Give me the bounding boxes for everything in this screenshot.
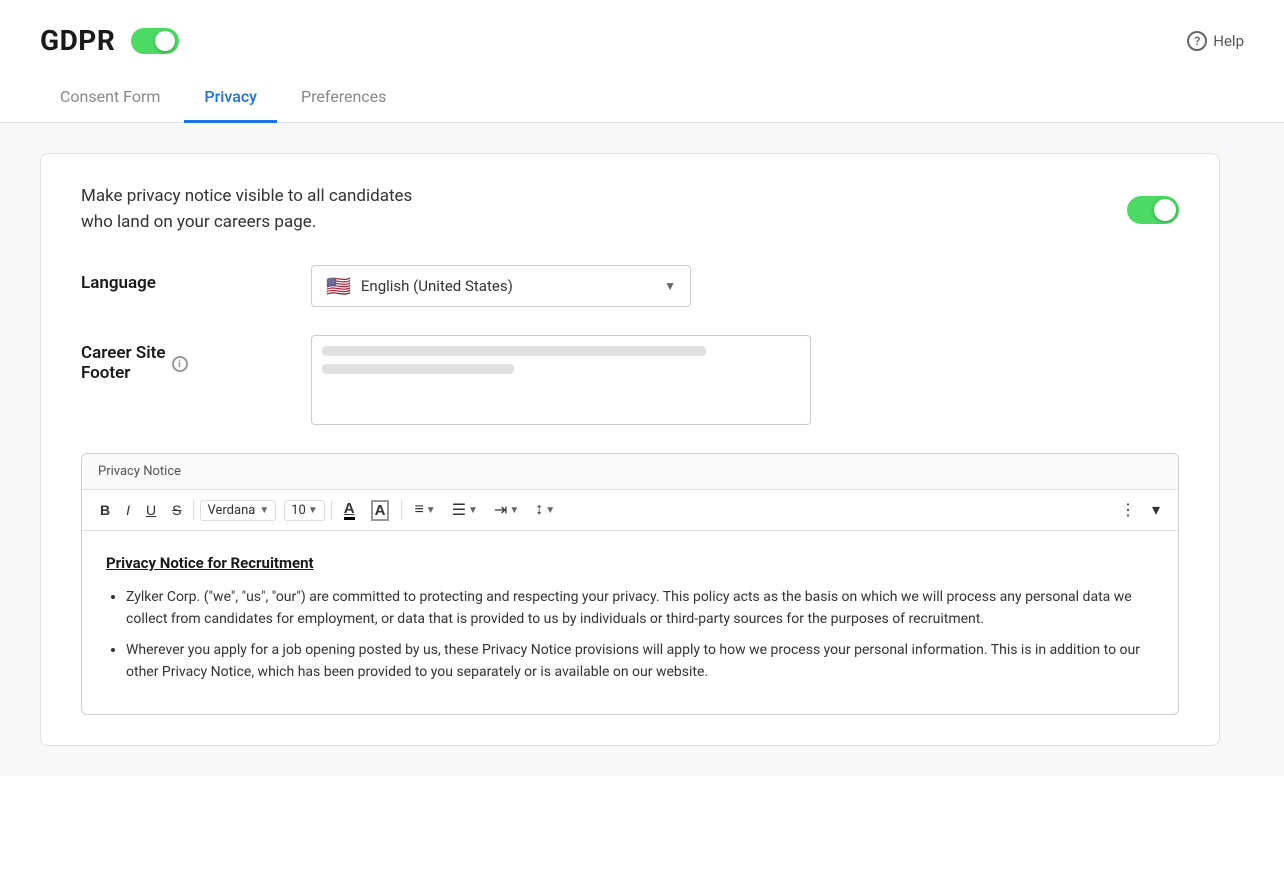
career-site-footer-textarea-wrapper <box>311 335 811 425</box>
tab-privacy[interactable]: Privacy <box>184 73 277 123</box>
more-icon: ⋮ <box>1120 500 1136 520</box>
list-dropdown-icon: ▼ <box>468 505 478 516</box>
font-color-label: A <box>344 500 355 520</box>
career-site-footer-placeholder[interactable] <box>312 336 811 392</box>
toolbar-divider-2 <box>331 500 332 520</box>
us-flag-icon: 🇺🇸 <box>326 274 351 298</box>
privacy-card: Make privacy notice visible to all candi… <box>40 153 1220 746</box>
toolbar-line-height-button[interactable]: ↕ ▼ <box>529 497 561 523</box>
editor-content-area[interactable]: Privacy Notice for Recruitment Zylker Co… <box>82 531 1178 714</box>
career-site-footer-row: Career SiteFooter i <box>81 335 1179 425</box>
line-height-dropdown-icon: ▼ <box>545 505 555 516</box>
main-content: Make privacy notice visible to all candi… <box>0 123 1284 776</box>
language-value: English (United States) <box>361 277 654 295</box>
font-size-value: 10 <box>291 503 306 518</box>
toolbar-list-button[interactable]: ☰ ▼ <box>446 496 484 524</box>
header: GDPR ? Help <box>0 0 1284 73</box>
help-circle-icon: ? <box>1187 31 1207 51</box>
editor-header: Privacy Notice <box>82 454 1178 490</box>
bg-color-label: A <box>371 500 390 521</box>
editor-bullet-list: Zylker Corp. ("we", "us", "our") are com… <box>106 587 1154 684</box>
page-wrapper: GDPR ? Help Consent Form Privacy Prefere… <box>0 0 1284 870</box>
font-family-dropdown-icon: ▼ <box>259 505 269 516</box>
language-label: Language <box>81 265 281 293</box>
tabs-bar: Consent Form Privacy Preferences <box>0 73 1284 123</box>
align-icon: ≡ <box>414 501 423 519</box>
placeholder-line-2 <box>322 364 514 374</box>
toolbar-italic-button[interactable]: I <box>120 498 136 522</box>
career-site-footer-label: Career SiteFooter i <box>81 335 281 383</box>
privacy-visible-toggle[interactable] <box>1127 196 1179 224</box>
toolbar-underline-button[interactable]: U <box>140 498 162 522</box>
toggle-slider <box>131 28 179 54</box>
help-label: Help <box>1213 32 1244 50</box>
language-select[interactable]: 🇺🇸 English (United States) ▼ <box>311 265 691 307</box>
toggle-large-slider <box>1127 196 1179 224</box>
tab-consent-form[interactable]: Consent Form <box>40 73 180 123</box>
tab-preferences[interactable]: Preferences <box>281 73 406 123</box>
collapse-icon: ▾ <box>1152 500 1160 520</box>
toolbar-font-color-button[interactable]: A <box>338 498 361 522</box>
toolbar-divider-1 <box>193 500 194 520</box>
toolbar-indent-button[interactable]: ⇥ ▼ <box>488 496 525 524</box>
font-size-select-wrapper[interactable]: 10 ▼ <box>284 500 325 521</box>
header-left: GDPR <box>40 24 179 57</box>
toolbar-bold-button[interactable]: B <box>94 498 116 522</box>
font-family-value: Verdana <box>207 503 255 518</box>
gdpr-toggle[interactable] <box>131 28 179 54</box>
toolbar-divider-3 <box>401 500 402 520</box>
editor-bullet-2: Wherever you apply for a job opening pos… <box>126 640 1154 683</box>
toolbar-strikethrough-button[interactable]: S <box>166 498 187 522</box>
list-icon: ☰ <box>452 500 466 520</box>
toolbar-collapse-button[interactable]: ▾ <box>1146 496 1166 524</box>
placeholder-line-1 <box>322 346 706 356</box>
footer-info-icon[interactable]: i <box>172 356 188 372</box>
font-size-dropdown-icon: ▼ <box>308 505 318 516</box>
editor-heading: Privacy Notice for Recruitment <box>106 551 1154 575</box>
toolbar-more-button[interactable]: ⋮ <box>1114 496 1142 524</box>
gdpr-title: GDPR <box>40 24 115 57</box>
font-family-select-wrapper[interactable]: Verdana ▼ <box>200 500 276 521</box>
editor-bullet-1: Zylker Corp. ("we", "us", "our") are com… <box>126 587 1154 630</box>
privacy-visible-text: Make privacy notice visible to all candi… <box>81 184 412 235</box>
line-height-icon: ↕ <box>535 501 543 519</box>
editor-toolbar: B I U S Verdana ▼ 10 ▼ <box>82 490 1178 531</box>
indent-dropdown-icon: ▼ <box>509 505 519 516</box>
toolbar-bg-color-button[interactable]: A <box>365 498 396 523</box>
toolbar-align-button[interactable]: ≡ ▼ <box>408 497 441 523</box>
help-link[interactable]: ? Help <box>1187 31 1244 51</box>
privacy-notice-editor: Privacy Notice B I U S Verdana ▼ 10 ▼ <box>81 453 1179 715</box>
dropdown-arrow-icon: ▼ <box>664 279 676 293</box>
privacy-visible-row: Make privacy notice visible to all candi… <box>81 184 1179 235</box>
indent-icon: ⇥ <box>494 500 507 520</box>
language-row: Language 🇺🇸 English (United States) ▼ <box>81 265 1179 307</box>
align-dropdown-icon: ▼ <box>426 505 436 516</box>
